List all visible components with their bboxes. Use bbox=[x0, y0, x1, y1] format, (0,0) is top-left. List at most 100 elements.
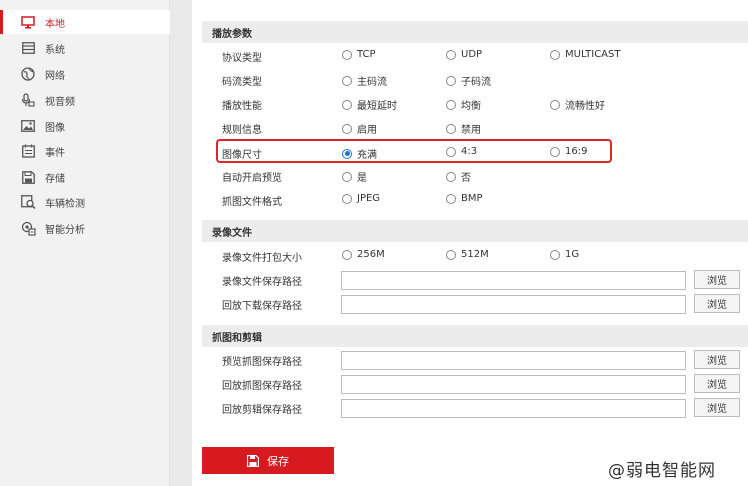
row-label: 回放剪辑保存路径 bbox=[222, 405, 302, 416]
radio-auto-preview-yes[interactable]: 是 bbox=[342, 169, 367, 184]
sidebar-item-image[interactable]: 图像 bbox=[0, 114, 170, 138]
radio-label: 充满 bbox=[357, 150, 377, 161]
radio-circle bbox=[342, 49, 352, 60]
save-button[interactable]: 保存 bbox=[202, 447, 334, 474]
row-label: 播放性能 bbox=[222, 101, 262, 112]
radio-label: BMP bbox=[461, 193, 483, 204]
sidebar-item-label: 系统 bbox=[45, 44, 65, 56]
browse-button[interactable]: 浏览 bbox=[694, 270, 740, 289]
radio-rules-disable[interactable]: 禁用 bbox=[446, 121, 481, 136]
radio-circle bbox=[342, 249, 352, 260]
radio-label: 1G bbox=[565, 249, 580, 260]
row-label: 码流类型 bbox=[222, 77, 262, 88]
radio-1g[interactable]: 1G bbox=[550, 249, 579, 260]
radio-label: 禁用 bbox=[461, 125, 481, 136]
sidebar-item-label: 图像 bbox=[45, 122, 65, 134]
sidebar-item-label: 存储 bbox=[45, 173, 65, 185]
radio-label: 是 bbox=[357, 173, 367, 184]
playback-download-path-input[interactable] bbox=[341, 295, 686, 314]
radio-balanced[interactable]: 均衡 bbox=[446, 97, 481, 112]
radio-smooth[interactable]: 流畅性好 bbox=[550, 97, 605, 112]
radio-circle bbox=[342, 123, 352, 134]
radio-bmp[interactable]: BMP bbox=[446, 193, 483, 204]
radio-fill[interactable]: 充满 bbox=[342, 146, 377, 161]
radio-label: 256M bbox=[357, 249, 385, 260]
playback-clip-path-input[interactable] bbox=[341, 399, 686, 418]
radio-multicast[interactable]: MULTICAST bbox=[550, 49, 620, 60]
system-icon bbox=[20, 40, 36, 56]
radio-rules-enable[interactable]: 启用 bbox=[342, 121, 377, 136]
image-icon bbox=[20, 118, 36, 134]
sidebar-item-storage[interactable]: 存储 bbox=[0, 165, 170, 189]
radio-16-9[interactable]: 16:9 bbox=[550, 146, 587, 157]
sidebar-item-system[interactable]: 系统 bbox=[0, 36, 170, 60]
radio-circle bbox=[342, 99, 352, 110]
playback-capture-path-input[interactable] bbox=[341, 375, 686, 394]
sidebar-item-audio-video[interactable]: 视音频 bbox=[0, 88, 170, 112]
radio-sub-stream[interactable]: 子码流 bbox=[446, 73, 491, 88]
section-header-play-params: 播放参数 bbox=[202, 21, 748, 43]
sidebar: 本地 系统 网络 视音频 图像 事件 存储 车辆检测 智能分析 bbox=[0, 0, 170, 486]
section-header-capture-clip: 抓图和剪辑 bbox=[202, 325, 748, 347]
sidebar-item-vehicle-detection[interactable]: 车辆检测 bbox=[0, 190, 170, 214]
radio-circle bbox=[446, 49, 456, 60]
sidebar-item-label: 网络 bbox=[45, 70, 65, 82]
browse-button[interactable]: 浏览 bbox=[694, 398, 740, 417]
radio-circle bbox=[550, 146, 560, 157]
radio-label: 子码流 bbox=[461, 77, 491, 88]
sidebar-item-local[interactable]: 本地 bbox=[0, 10, 170, 34]
row-label: 回放抓图保存路径 bbox=[222, 381, 302, 392]
radio-label: 4:3 bbox=[461, 146, 478, 157]
radio-512m[interactable]: 512M bbox=[446, 249, 489, 260]
row-label: 自动开启预览 bbox=[222, 173, 282, 184]
radio-udp[interactable]: UDP bbox=[446, 49, 482, 60]
sidebar-item-smart-analysis[interactable]: 智能分析 bbox=[0, 216, 170, 240]
radio-circle bbox=[342, 148, 352, 159]
radio-tcp[interactable]: TCP bbox=[342, 49, 376, 60]
browse-button[interactable]: 浏览 bbox=[694, 294, 740, 313]
save-button-label: 保存 bbox=[267, 454, 289, 468]
sidebar-item-label: 本地 bbox=[45, 18, 65, 30]
radio-label: 否 bbox=[461, 173, 471, 184]
radio-jpeg[interactable]: JPEG bbox=[342, 193, 380, 204]
save-icon bbox=[247, 454, 259, 467]
row-label: 图像尺寸 bbox=[222, 150, 262, 161]
globe-icon bbox=[20, 66, 36, 82]
record-save-path-input[interactable] bbox=[341, 271, 686, 290]
radio-label: 主码流 bbox=[357, 77, 387, 88]
browse-button[interactable]: 浏览 bbox=[694, 350, 740, 369]
radio-circle bbox=[446, 193, 456, 204]
radio-circle bbox=[550, 249, 560, 260]
radio-main-stream[interactable]: 主码流 bbox=[342, 73, 387, 88]
audio-video-icon bbox=[20, 92, 36, 108]
browse-button[interactable]: 浏览 bbox=[694, 374, 740, 393]
monitor-icon bbox=[20, 14, 36, 30]
radio-circle bbox=[342, 75, 352, 86]
watermark: @弱电智能网 bbox=[608, 461, 716, 481]
row-label: 规则信息 bbox=[222, 125, 262, 136]
radio-circle bbox=[550, 99, 560, 110]
radio-4-3[interactable]: 4:3 bbox=[446, 146, 477, 157]
radio-circle bbox=[446, 146, 456, 157]
sidebar-item-event[interactable]: 事件 bbox=[0, 139, 170, 163]
radio-circle bbox=[550, 49, 560, 60]
radio-label: UDP bbox=[461, 49, 483, 60]
sidebar-item-label: 视音频 bbox=[45, 96, 75, 108]
radio-lowest-latency[interactable]: 最短延时 bbox=[342, 97, 397, 112]
radio-circle bbox=[446, 123, 456, 134]
section-header-record-files: 录像文件 bbox=[202, 220, 748, 242]
storage-icon bbox=[20, 169, 36, 185]
preview-capture-path-input[interactable] bbox=[341, 351, 686, 370]
vehicle-search-icon bbox=[20, 194, 36, 210]
radio-256m[interactable]: 256M bbox=[342, 249, 385, 260]
sidebar-item-network[interactable]: 网络 bbox=[0, 62, 170, 86]
radio-circle bbox=[446, 249, 456, 260]
radio-label: MULTICAST bbox=[565, 49, 621, 60]
radio-circle bbox=[446, 171, 456, 182]
radio-auto-preview-no[interactable]: 否 bbox=[446, 169, 471, 184]
radio-label: 512M bbox=[461, 249, 489, 260]
radio-label: JPEG bbox=[357, 193, 381, 204]
sidebar-item-label: 车辆检测 bbox=[45, 198, 85, 210]
radio-circle bbox=[446, 75, 456, 86]
row-label: 抓图文件格式 bbox=[222, 197, 282, 208]
